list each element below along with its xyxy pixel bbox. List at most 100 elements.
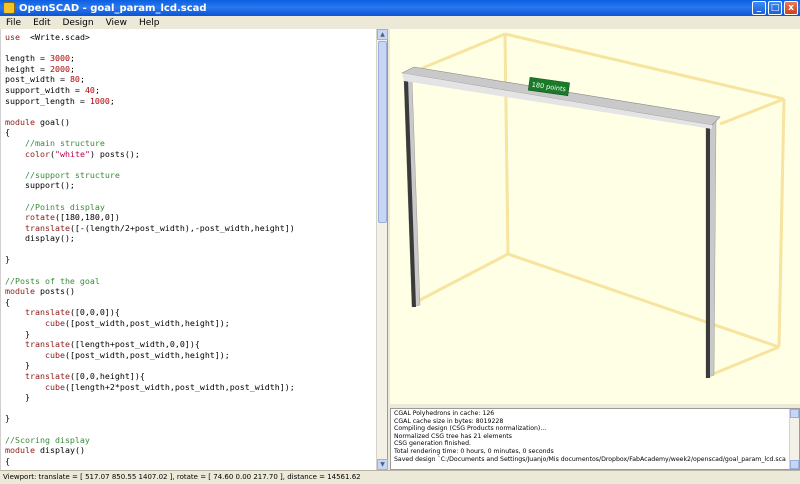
code-line[interactable] xyxy=(5,106,375,117)
code-token: ) posts(); xyxy=(89,148,140,159)
code-line[interactable]: } xyxy=(5,360,375,371)
menu-file[interactable]: File xyxy=(0,18,27,28)
menu-edit[interactable]: Edit xyxy=(27,18,56,28)
code-line[interactable]: { xyxy=(5,456,375,467)
code-token: 80 xyxy=(69,74,80,85)
code-line[interactable] xyxy=(5,403,375,414)
code-line[interactable]: post_width = 80; xyxy=(5,74,375,85)
code-line[interactable]: module posts() xyxy=(5,286,375,297)
code-line[interactable]: translate([length+post_width,0,0]){ xyxy=(5,339,375,350)
scroll-down-arrow-icon[interactable]: ▼ xyxy=(377,459,388,470)
code-token: 3000 xyxy=(49,53,70,64)
console-line: Saved design `C:/Documents and Settings/… xyxy=(394,455,786,463)
code-line[interactable]: //Points display xyxy=(5,202,375,213)
code-token: cube xyxy=(5,318,65,329)
code-token: //support structure xyxy=(5,169,120,180)
code-line[interactable] xyxy=(5,265,375,276)
console-line: Compiling design (CSG Products normaliza… xyxy=(394,425,547,433)
code-line[interactable]: cube([post_width,post_width,height]); xyxy=(5,350,375,361)
code-line[interactable] xyxy=(5,43,375,54)
code-token: <Write.scad> xyxy=(20,32,90,42)
code-token: posts() xyxy=(34,286,75,297)
code-token: post_width = xyxy=(5,74,70,85)
code-line[interactable] xyxy=(5,191,375,202)
code-line[interactable]: height = 2000; xyxy=(5,64,375,75)
console-line: CGAL Polyhedrons in cache: 126 xyxy=(394,410,495,417)
goal-render: 180 points xyxy=(401,32,786,379)
3d-viewport[interactable]: 180 points xyxy=(390,29,800,404)
code-editor[interactable]: use <Write.scad> length = 3000; height = … xyxy=(0,29,388,470)
code-token: module xyxy=(5,286,35,297)
code-token: translate xyxy=(5,222,70,233)
code-line[interactable]: use <Write.scad> xyxy=(5,32,375,43)
menu-help[interactable]: Help xyxy=(133,18,166,28)
code-line[interactable] xyxy=(5,244,375,255)
console-scrollbar[interactable] xyxy=(789,409,799,469)
minimize-button[interactable]: _ xyxy=(752,1,766,15)
close-button[interactable]: x xyxy=(784,1,798,15)
code-token: ([post_width,post_width,height]); xyxy=(64,318,230,329)
code-line[interactable]: //main structure xyxy=(5,138,375,149)
code-line[interactable] xyxy=(5,424,375,435)
code-line[interactable]: //Posts of the goal xyxy=(5,276,375,287)
code-line[interactable]: module goal() xyxy=(5,117,375,128)
code-token: support(); xyxy=(5,180,75,191)
console-line: Normalized CSG tree has 21 elements xyxy=(394,432,512,440)
code-token: module xyxy=(5,116,35,127)
code-line[interactable]: { xyxy=(5,127,375,138)
code-line[interactable]: support_length = 1000; xyxy=(5,96,375,107)
code-token: { xyxy=(5,296,10,307)
code-token: //main structure xyxy=(5,137,105,148)
menu-design[interactable]: Design xyxy=(57,18,100,28)
crossbar xyxy=(401,66,721,126)
code-token: "white" xyxy=(54,148,90,159)
console-line: CSG generation finished. xyxy=(394,440,472,448)
code-line[interactable]: { xyxy=(5,297,375,308)
code-line[interactable]: } xyxy=(5,413,375,424)
code-line[interactable]: display(); xyxy=(5,233,375,244)
code-line[interactable]: } xyxy=(5,329,375,340)
code-line[interactable]: //Scoring display xyxy=(5,435,375,446)
code-token: support_width = xyxy=(5,84,85,95)
code-line[interactable] xyxy=(5,159,375,170)
code-token: display() xyxy=(34,445,85,456)
code-line[interactable]: } xyxy=(5,392,375,403)
code-line[interactable]: cube([length+2*post_width,post_width,pos… xyxy=(5,382,375,393)
code-line[interactable]: //support structure xyxy=(5,170,375,181)
code-line[interactable]: color("white") posts(); xyxy=(5,149,375,160)
code-line[interactable]: cube([post_width,post_width,height]); xyxy=(5,318,375,329)
code-token: } xyxy=(5,413,10,424)
window-controls: _ □ x xyxy=(752,1,798,15)
code-line[interactable]: support_width = 40; xyxy=(5,85,375,96)
code-token: ([length+post_width,0,0]){ xyxy=(69,339,200,350)
code-token: ; xyxy=(79,74,85,85)
code-token: ([length+2*post_width,post_width,post_wi… xyxy=(64,381,295,392)
code-line[interactable]: } xyxy=(5,254,375,265)
maximize-button[interactable]: □ xyxy=(768,1,782,15)
title-bar: OpenSCAD - goal_param_lcd.scad _ □ x xyxy=(0,0,800,16)
code-line[interactable]: translate([0,0,height]){ xyxy=(5,371,375,382)
code-line[interactable]: length = 3000; xyxy=(5,53,375,64)
code-line[interactable]: support(); xyxy=(5,180,375,191)
console-scroll-down-icon[interactable] xyxy=(790,460,799,469)
code-token: ; xyxy=(69,53,75,64)
code-line[interactable]: rotate([180,180,0]) xyxy=(5,212,375,223)
console-line: Total rendering time: 0 hours, 0 minutes… xyxy=(394,447,554,455)
scroll-up-arrow-icon[interactable]: ▲ xyxy=(377,29,388,40)
menu-view[interactable]: View xyxy=(100,18,133,28)
code-token: } xyxy=(5,360,30,371)
code-token: translate xyxy=(5,371,70,381)
code-line[interactable]: translate([-(length/2+post_width),-post_… xyxy=(5,223,375,234)
code-token: { xyxy=(5,127,10,138)
code-token: translate xyxy=(5,339,70,350)
code-line[interactable]: module display() xyxy=(5,445,375,456)
editor-scroll-thumb[interactable] xyxy=(378,41,387,223)
code-token: //Points display xyxy=(5,201,105,212)
editor-scrollbar[interactable]: ▲ ▼ xyxy=(376,29,388,470)
code-token: ([0,0,height]){ xyxy=(69,371,145,381)
console-output: CGAL Polyhedrons in cache: 126 CGAL cach… xyxy=(394,410,786,463)
code-text[interactable]: use <Write.scad> length = 3000; height = … xyxy=(5,32,375,466)
console-scroll-up-icon[interactable] xyxy=(790,409,799,418)
code-token: height = xyxy=(5,63,50,74)
code-line[interactable]: translate([0,0,0]){ xyxy=(5,307,375,318)
